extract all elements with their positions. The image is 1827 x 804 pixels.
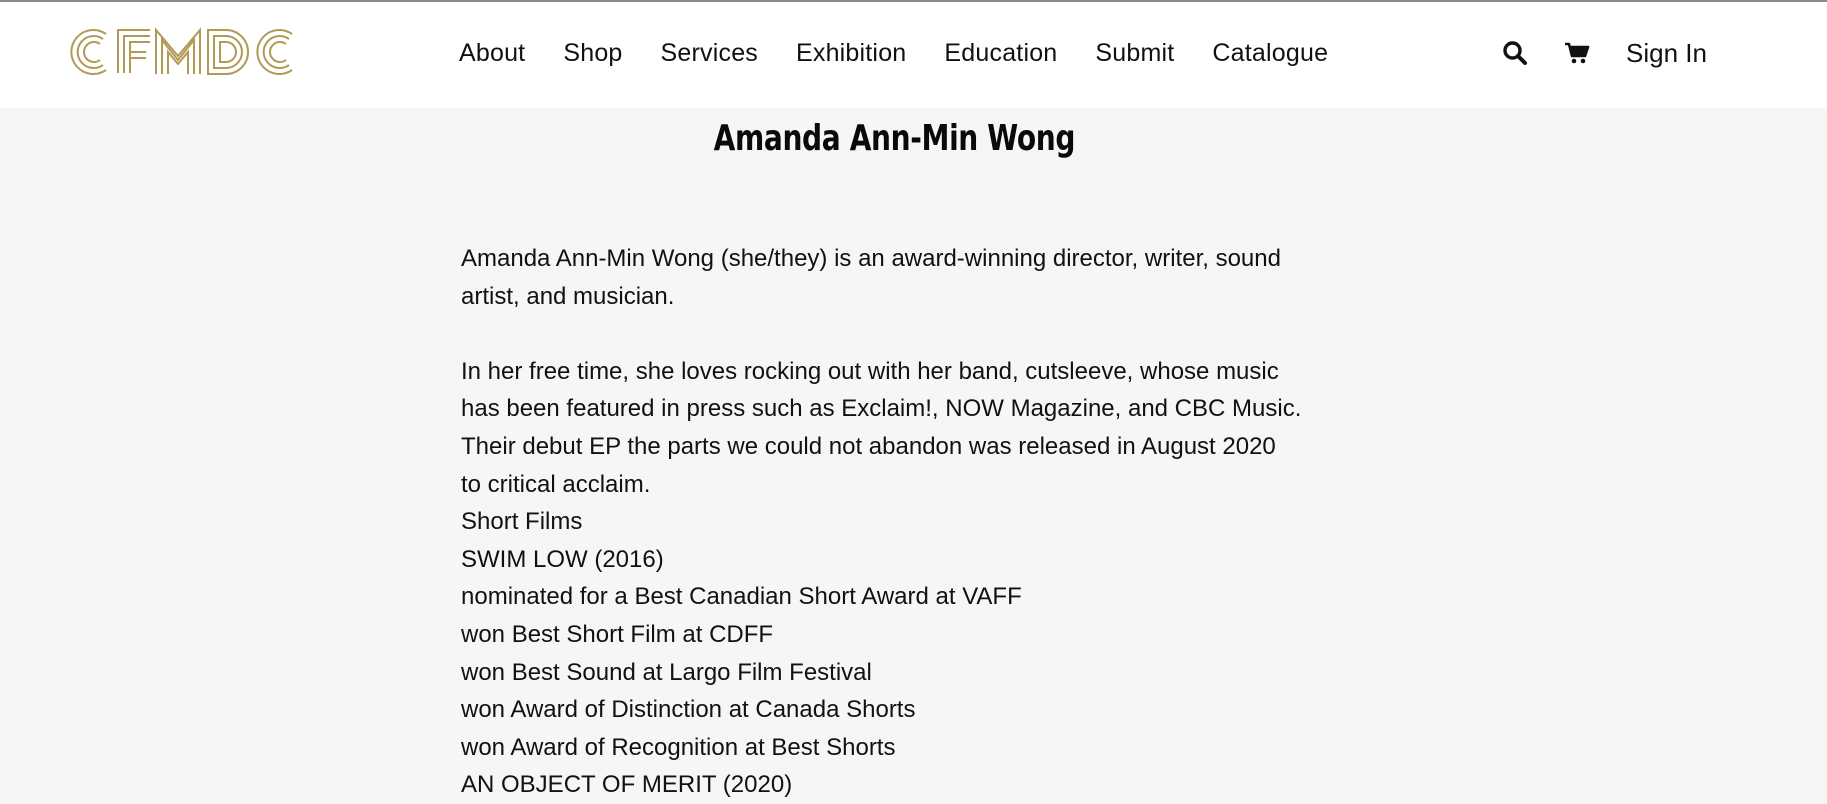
site-header: About Shop Services Exhibition Education… <box>0 2 1827 108</box>
filmography-list: Short Films SWIM LOW (2016) nominated fo… <box>461 503 1341 804</box>
header-tools: Sign In <box>1500 34 1707 72</box>
film-award: won Best Sound at Largo Film Festival <box>461 658 872 686</box>
artist-profile: Amanda Ann-Min Wong Amanda Ann-Min Wong … <box>0 108 1827 798</box>
nav-education[interactable]: Education <box>944 39 1057 68</box>
page-title: Amanda Ann-Min Wong <box>713 118 1076 159</box>
bio-line: to critical acclaim. <box>461 470 651 498</box>
bio-line: has been featured in press such as Excla… <box>461 395 1302 423</box>
film-title: AN OBJECT OF MERIT (2020) <box>461 771 793 799</box>
nav-catalogue[interactable]: Catalogue <box>1212 39 1328 68</box>
cart-icon[interactable] <box>1562 38 1592 68</box>
nav-submit[interactable]: Submit <box>1095 39 1174 68</box>
main-nav: About Shop Services Exhibition Education… <box>459 36 1328 70</box>
bio-line: In her free time, she loves rocking out … <box>461 357 1279 385</box>
nav-exhibition[interactable]: Exhibition <box>796 39 906 68</box>
bio-line: Their debut EP the parts we could not ab… <box>461 432 1276 460</box>
film-award: won Award of Distinction at Canada Short… <box>461 696 916 724</box>
nav-services[interactable]: Services <box>661 39 758 68</box>
sign-in-link[interactable]: Sign In <box>1626 38 1707 69</box>
bio-paragraph-1: Amanda Ann-Min Wong (she/they) is an awa… <box>461 240 1341 315</box>
film-award: won Best Short Film at CDFF <box>461 620 774 648</box>
cfmdc-logo[interactable] <box>66 26 298 78</box>
nav-about[interactable]: About <box>459 39 525 68</box>
bio-line: artist, and musician. <box>461 282 675 310</box>
bio-line: Amanda Ann-Min Wong (she/they) is an awa… <box>461 245 1281 272</box>
logo-mark <box>70 27 293 75</box>
film-award: nominated for a Best Canadian Short Awar… <box>461 583 1022 611</box>
film-award: won Award of Recognition at Best Shorts <box>461 733 896 761</box>
film-title: SWIM LOW (2016) <box>461 545 664 573</box>
bio-paragraph-2: In her free time, she loves rocking out … <box>461 353 1341 503</box>
search-icon[interactable] <box>1500 38 1530 68</box>
filmography-heading: Short Films <box>461 508 583 536</box>
nav-shop[interactable]: Shop <box>563 39 622 68</box>
artist-bio: Amanda Ann-Min Wong (she/they) is an awa… <box>461 240 1341 804</box>
